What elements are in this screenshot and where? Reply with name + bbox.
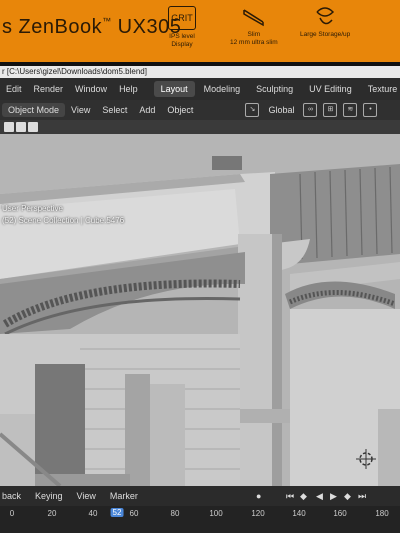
menu-view[interactable]: View	[65, 103, 96, 117]
frame-tick: 100	[209, 509, 223, 518]
frame-tick: 0	[9, 509, 15, 518]
top-menu-bar: Edit Render Window Help Layout Modeling …	[0, 78, 400, 100]
frame-tick: 60	[129, 509, 139, 518]
viewport-collection-label: (52) Scene Collection | Cube.5476	[2, 216, 125, 225]
sticker-badge-storage: Large Storage/up	[300, 6, 350, 56]
menu-add[interactable]: Add	[133, 103, 161, 117]
3d-viewport[interactable]: User Perspective (52) Scene Collection |…	[0, 134, 400, 486]
timeline-menu-view[interactable]: View	[70, 491, 103, 501]
tab-uv-editing[interactable]: UV Editing	[302, 81, 359, 97]
tab-layout[interactable]: Layout	[153, 81, 195, 97]
tab-modeling[interactable]: Modeling	[197, 81, 248, 97]
play-reverse-icon[interactable]: ◀	[316, 491, 323, 502]
frame-tick: 160	[333, 509, 347, 518]
timeline-menu-playback[interactable]: back	[0, 491, 28, 501]
menu-select[interactable]: Select	[96, 103, 133, 117]
scene-render	[0, 134, 400, 486]
timeline-menu-keying[interactable]: Keying	[28, 491, 70, 501]
select-mode-icon[interactable]	[16, 122, 26, 132]
frame-tick: 80	[170, 509, 180, 518]
prev-keyframe-icon[interactable]: ◆	[300, 491, 307, 502]
sticker-brand: s ZenBook™ UX305	[2, 16, 181, 39]
frame-tick: 20	[47, 509, 57, 518]
tab-sculpting[interactable]: Sculpting	[249, 81, 300, 97]
play-icon[interactable]: ▶	[330, 491, 337, 502]
transform-orientation-icon[interactable]: ↘	[245, 103, 260, 117]
brand-tm: ™	[102, 16, 112, 26]
tool-settings-bar	[0, 120, 400, 134]
timeline-header: back Keying View Marker ● ⏮ ◆ ◀ ▶ ◆ ⏭	[0, 486, 400, 506]
slim-laptop-icon	[241, 6, 267, 28]
tab-texture-paint[interactable]: Texture Paint	[361, 81, 400, 97]
storage-icon	[312, 6, 338, 28]
viewport-header: Object Mode View Select Add Object ↘ Glo…	[0, 100, 400, 120]
frame-tick: 120	[251, 509, 265, 518]
record-button[interactable]: ●	[256, 491, 261, 501]
frame-tick: 140	[292, 509, 306, 518]
jump-start-icon[interactable]: ⏮	[286, 491, 294, 502]
menu-edit[interactable]: Edit	[0, 84, 28, 94]
object-mode-dropdown[interactable]: Object Mode	[2, 103, 66, 117]
timeline-menu-marker[interactable]: Marker	[103, 491, 145, 501]
brand-name: s ZenBook	[2, 16, 103, 38]
sticker-badge-display: GRIT IPS level Display	[168, 6, 196, 56]
timeline-ruler[interactable]: 0 20 40 52 60 80 100 120 140 160 180	[0, 506, 400, 533]
snap-icon[interactable]: ⊞	[323, 103, 338, 117]
window-title: r [C:\Users\gizel\Downloads\dom5.blend]	[0, 66, 400, 78]
select-mode-icon[interactable]	[28, 122, 38, 132]
menu-help[interactable]: Help	[113, 84, 144, 94]
overlay-icon[interactable]: •	[363, 103, 378, 117]
frame-tick: 40	[88, 509, 98, 518]
blender-window: r [C:\Users\gizel\Downloads\dom5.blend] …	[0, 66, 400, 533]
pivot-icon[interactable]: ∞	[303, 103, 318, 117]
select-box-icon[interactable]	[4, 122, 14, 132]
menu-object[interactable]: Object	[161, 103, 199, 117]
frame-tick: 180	[375, 509, 389, 518]
viewport-perspective-label: User Perspective	[2, 204, 63, 213]
menu-window[interactable]: Window	[69, 84, 113, 94]
jump-end-icon[interactable]: ⏭	[358, 491, 366, 502]
display-icon: GRIT	[168, 6, 196, 30]
badge-caption: IPS level Display	[169, 33, 195, 48]
proportional-edit-icon[interactable]: ≋	[343, 103, 358, 117]
sticker-badge-slim: Slim 12 mm ultra slim	[230, 6, 278, 56]
current-frame-indicator[interactable]: 52	[110, 508, 124, 517]
transform-orientation-dropdown[interactable]: Global	[262, 103, 300, 117]
badge-caption: Large Storage/up	[300, 31, 351, 38]
next-keyframe-icon[interactable]: ◆	[344, 491, 351, 502]
laptop-sticker: s ZenBook™ UX305 GRIT IPS level Display …	[0, 0, 400, 62]
menu-render[interactable]: Render	[28, 84, 70, 94]
badge-caption: Slim 12 mm ultra slim	[230, 31, 278, 46]
